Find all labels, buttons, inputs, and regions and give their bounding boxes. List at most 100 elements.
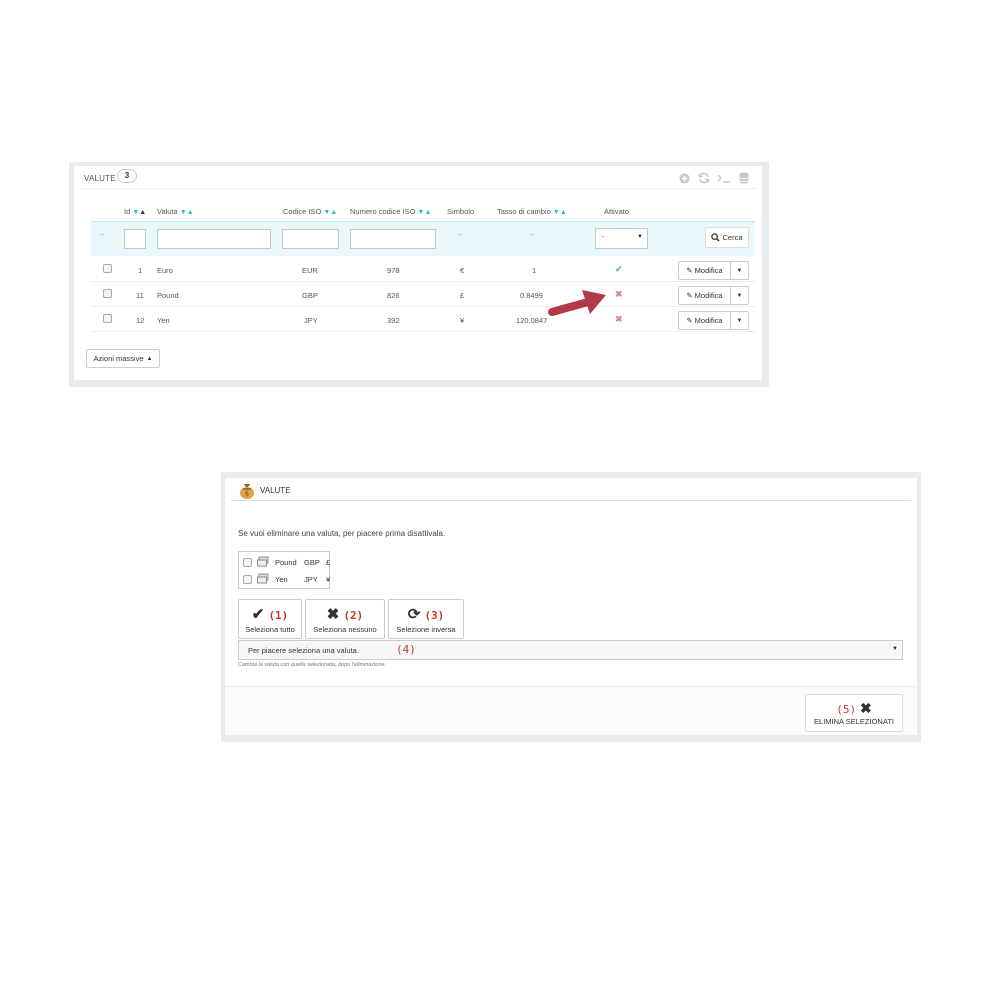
count-badge: 3 — [117, 169, 137, 183]
search-button-label: Cerca — [722, 233, 743, 242]
caret-down-icon: ▼ — [736, 292, 743, 299]
table-row: 1 Euro EUR 978 € 1 ✔ ✎ Modifica ▼ — [91, 257, 755, 282]
edit-label: Modifica — [694, 291, 723, 300]
col-valuta-label: Valuta — [157, 207, 178, 216]
list-item[interactable]: Yen JPY ¥ — [242, 571, 330, 588]
currency-name: Yen — [275, 575, 288, 584]
col-header-iso[interactable]: Codice ISO ▼▲ — [283, 207, 337, 216]
caret-down-icon: ▼ — [736, 267, 743, 274]
filter-iso-input[interactable] — [282, 229, 339, 249]
annotation-number: (5) — [836, 703, 857, 716]
row-checkbox[interactable] — [103, 264, 112, 273]
cross-icon[interactable]: ✖ — [615, 314, 623, 325]
currency-checkbox[interactable] — [243, 575, 252, 584]
row-checkbox[interactable] — [103, 314, 112, 323]
currency-checkbox[interactable] — [243, 558, 252, 567]
select-all-label: Seleziona tutto — [245, 625, 295, 634]
select-all-button[interactable]: ✔ (1) Seleziona tutto — [238, 599, 302, 639]
row-symbol: € — [460, 266, 465, 275]
add-icon[interactable] — [677, 171, 691, 185]
edit-label: Modifica — [694, 266, 723, 275]
svg-text:$: $ — [245, 490, 249, 498]
row-checkbox[interactable] — [103, 289, 112, 298]
check-icon[interactable]: ✔ — [615, 264, 623, 275]
row-symbol: ¥ — [460, 316, 465, 325]
filter-dash: -- — [458, 232, 463, 239]
col-header-valuta[interactable]: Valuta ▼▲ — [157, 207, 194, 216]
sort-asc-icon[interactable]: ▲ — [424, 209, 431, 216]
row-actions: ✎ Modifica ▼ — [678, 286, 749, 305]
invert-selection-button[interactable]: ⟳ (3) Selezione inversa — [388, 599, 464, 639]
list-item[interactable]: Pound GBP £ — [242, 554, 330, 571]
checkmark-icon: ✔ — [251, 606, 265, 623]
row-symbol: £ — [460, 291, 465, 300]
bulk-actions-label: Azioni massive — [93, 354, 144, 363]
search-button[interactable]: Cerca — [705, 227, 749, 248]
sort-asc-icon[interactable]: ▲ — [139, 209, 146, 216]
row-iso: EUR — [302, 266, 318, 275]
row-dropdown-button[interactable]: ▼ — [730, 286, 749, 305]
cross-icon[interactable]: ✖ — [615, 289, 623, 300]
select-none-button[interactable]: ✖ (2) Seleziona nessuno — [305, 599, 385, 639]
money-icon — [257, 573, 269, 584]
row-rate: 120.0847 — [516, 316, 548, 325]
table-row: 11 Pound GBP 826 £ 0.8499 ✖ ✎ Modifica ▼ — [91, 282, 755, 307]
refresh-icon[interactable] — [697, 171, 711, 185]
sort-asc-icon[interactable]: ▲ — [330, 209, 337, 216]
sort-asc-icon[interactable]: ▲ — [560, 209, 567, 216]
currencies-card: VALUTE 3 Id ▼▲ Valuta ▼▲ Codice ISO ▼▲ N… — [74, 166, 762, 380]
close-icon: ✖ — [860, 700, 872, 716]
filter-iso-num-input[interactable] — [350, 229, 436, 249]
col-id-label: Id — [124, 207, 131, 216]
col-header-tasso[interactable]: Tasso di cambio ▼▲ — [497, 207, 567, 216]
caret-down-icon: ▼ — [637, 234, 643, 240]
row-rate: 1 — [532, 266, 537, 275]
currency-symbol: ¥ — [326, 575, 331, 584]
row-name: Pound — [157, 291, 179, 300]
row-name: Yen — [157, 316, 170, 325]
annotation-number: (1) — [268, 609, 289, 622]
row-dropdown-button[interactable]: ▼ — [730, 311, 749, 330]
panel-header: $ VALUTE — [231, 478, 911, 501]
annotation-number: (2) — [343, 609, 364, 622]
row-iso: JPY — [304, 316, 318, 325]
delete-selected-label: ELIMINA SELEZIONATI — [814, 717, 894, 726]
row-iso-num: 826 — [387, 291, 400, 300]
filter-active-value: - — [602, 234, 605, 241]
row-actions: ✎ Modifica ▼ — [678, 261, 749, 280]
edit-label: Modifica — [694, 316, 723, 325]
delete-currency-card: $ VALUTE Se vuoi eliminare una valuta, p… — [225, 478, 917, 735]
panel-title: VALUTE — [84, 174, 116, 183]
currency-iso: GBP — [304, 558, 320, 567]
database-icon[interactable] — [737, 171, 751, 185]
panel-title: VALUTE — [260, 486, 291, 495]
bulk-actions-button[interactable]: Azioni massive ▲ — [86, 349, 160, 368]
delete-selected-button[interactable]: (5) ✖ ELIMINA SELEZIONATI — [805, 694, 903, 732]
currencies-list-panel: VALUTE 3 Id ▼▲ Valuta ▼▲ Codice ISO ▼▲ N… — [69, 162, 769, 387]
filter-active-select[interactable]: - ▼ — [595, 228, 648, 249]
annotation-number: (3) — [424, 609, 445, 622]
annotation-arrow-icon — [548, 290, 606, 316]
pencil-icon: ✎ — [686, 291, 693, 300]
sort-asc-icon[interactable]: ▲ — [187, 209, 194, 216]
filter-id-input[interactable] — [124, 229, 146, 249]
edit-button[interactable]: ✎ Modifica — [678, 311, 730, 330]
edit-button[interactable]: ✎ Modifica — [678, 261, 730, 280]
search-icon — [711, 233, 721, 242]
select-placeholder: Per piacere seleziona una valuta. — [248, 646, 359, 655]
filter-valuta-input[interactable] — [157, 229, 271, 249]
refresh-icon: ⟳ — [407, 606, 421, 623]
table-row: 12 Yen JPY 392 ¥ 120.0847 ✖ ✎ Modifica ▼ — [91, 307, 755, 332]
terminal-icon[interactable] — [717, 171, 731, 185]
row-dropdown-button[interactable]: ▼ — [730, 261, 749, 280]
annotation-number: (4) — [396, 643, 416, 656]
edit-button[interactable]: ✎ Modifica — [678, 286, 730, 305]
sort-desc-icon[interactable]: ▼ — [553, 209, 560, 216]
col-header-iso-num[interactable]: Numero codice ISO ▼▲ — [350, 207, 431, 216]
row-iso-num: 978 — [387, 266, 400, 275]
col-header-id[interactable]: Id ▼▲ — [124, 207, 146, 216]
caret-up-icon: ▲ — [146, 355, 153, 362]
sort-desc-icon[interactable]: ▼ — [180, 209, 187, 216]
currency-symbol: £ — [326, 558, 331, 567]
replacement-currency-select[interactable]: Per piacere seleziona una valuta. (4) ▼ — [238, 640, 903, 660]
